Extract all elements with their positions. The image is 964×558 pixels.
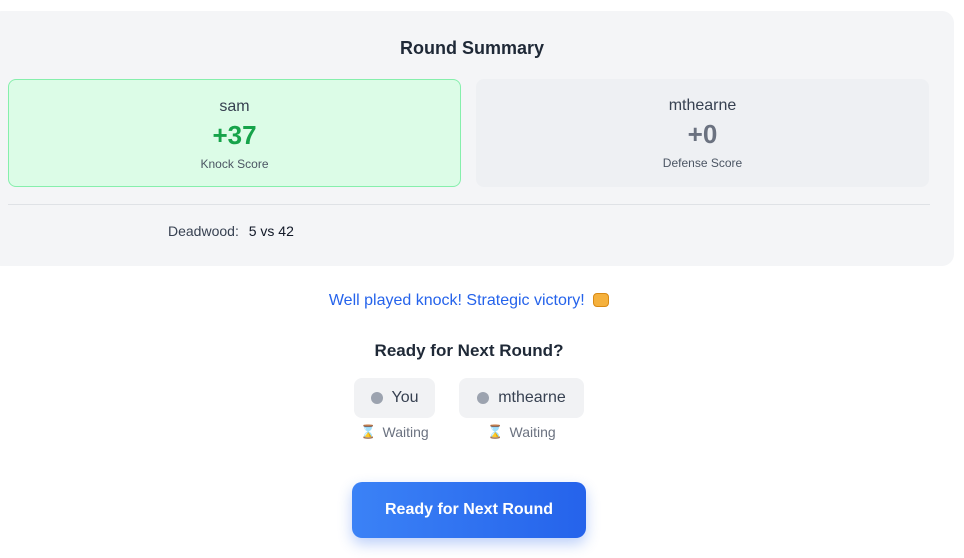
waiting-status-opponent: ⌛ Waiting [459, 424, 584, 440]
hourglass-icon: ⌛ [360, 424, 377, 439]
deadwood-comparison: Deadwood: 5 vs 42 [168, 223, 294, 239]
ready-title: Ready for Next Round? [374, 341, 564, 360]
defense-score-label: Defense Score [662, 156, 743, 170]
deadwood-value: 5 vs 42 [248, 223, 294, 239]
summary-title: Round Summary [399, 38, 545, 58]
summary-divider [8, 204, 930, 205]
knocker-name: sam [219, 98, 250, 115]
knocker-score-card: sam +37 Knock Score [8, 79, 461, 187]
player-status-you: You ⌛ Waiting [354, 378, 435, 440]
status-dot-icon [370, 392, 383, 404]
fist-icon [593, 293, 610, 307]
player-status-opponent: mthearne ⌛ Waiting [459, 378, 584, 440]
player-pill-opponent: mthearne [459, 378, 584, 418]
ready-next-round-button[interactable]: Ready for Next Round [352, 482, 586, 538]
result-message: Well played knock! Strategic victory! [0, 292, 938, 310]
player-name-opponent: mthearne [498, 389, 566, 406]
player-pill-you: You [354, 378, 435, 418]
deadwood-label: Deadwood: [168, 223, 239, 239]
hourglass-icon: ⌛ [487, 424, 504, 439]
player-name-you: You [391, 389, 419, 406]
result-message-text: Well played knock! Strategic victory! [328, 292, 585, 309]
round-summary-card: Round Summary sam +37 Knock Score mthear… [0, 11, 954, 266]
knock-score-label: Knock Score [200, 157, 269, 171]
knock-score-value: +37 [212, 120, 257, 150]
defender-score-card: mthearne +0 Defense Score [476, 79, 929, 187]
waiting-status-you: ⌛ Waiting [354, 424, 435, 440]
status-dot-icon [477, 392, 490, 404]
defense-score-value: +0 [687, 119, 718, 149]
waiting-label-opponent: Waiting [509, 424, 556, 440]
defender-name: mthearne [668, 97, 737, 114]
waiting-label-you: Waiting [382, 424, 429, 440]
